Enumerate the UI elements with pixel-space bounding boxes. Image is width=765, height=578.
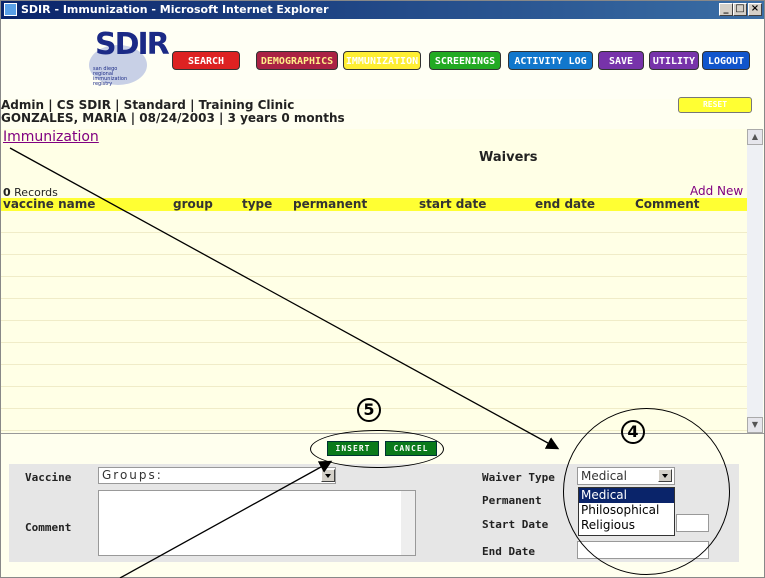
minimize-button[interactable]: _ bbox=[719, 3, 733, 16]
vaccine-label: Vaccine bbox=[25, 471, 72, 484]
col-vaccine-name[interactable]: vaccine name bbox=[3, 198, 95, 211]
section-title: Waivers bbox=[479, 150, 538, 165]
textarea-scrollbar[interactable] bbox=[401, 491, 415, 555]
sdir-logo: SDIR san diego regional immunization reg… bbox=[89, 27, 170, 87]
ie-icon bbox=[4, 3, 17, 16]
session-info: Admin | CS SDIR | Standard | Training Cl… bbox=[1, 99, 345, 125]
nav-search[interactable]: SEARCH bbox=[172, 51, 240, 70]
chevron-down-icon[interactable] bbox=[321, 469, 335, 482]
col-start-date[interactable]: start date bbox=[419, 198, 486, 211]
annotation-circle-5 bbox=[310, 430, 444, 468]
immunization-link[interactable]: Immunization bbox=[3, 129, 99, 145]
patient-info-line: GONZALES, MARIA | 08/24/2003 | 3 years 0… bbox=[1, 111, 345, 125]
logo-subtext: san diego regional immunization registry bbox=[93, 66, 128, 87]
comment-textarea[interactable] bbox=[98, 490, 416, 556]
col-type[interactable]: type bbox=[242, 198, 272, 211]
col-group[interactable]: group bbox=[173, 198, 213, 211]
maximize-button[interactable]: □ bbox=[733, 3, 747, 16]
comment-label: Comment bbox=[25, 521, 72, 534]
start-date-label: Start Date bbox=[482, 518, 549, 531]
scroll-down-icon[interactable]: ▼ bbox=[747, 417, 763, 433]
annotation-number-5: 5 bbox=[357, 398, 381, 422]
nav-immunization[interactable]: IMMUNIZATION bbox=[343, 51, 421, 70]
nav-save[interactable]: SAVE bbox=[598, 51, 644, 70]
nav-demographics[interactable]: DEMOGRAPHICS bbox=[256, 51, 338, 70]
nav-screenings[interactable]: SCREENINGS bbox=[429, 51, 501, 70]
end-date-label: End Date bbox=[482, 545, 535, 558]
waivers-panel bbox=[1, 129, 747, 433]
title-bar: SDIR - Immunization - Microsoft Internet… bbox=[1, 1, 764, 19]
nav-logout[interactable]: LOGOUT bbox=[702, 51, 750, 70]
annotation-number-4: 4 bbox=[621, 420, 645, 444]
table-header: vaccine name group type permanent start … bbox=[1, 198, 747, 211]
reset-button[interactable]: RESET bbox=[678, 97, 752, 113]
col-comment[interactable]: Comment bbox=[635, 198, 699, 211]
vaccine-select[interactable]: Groups: bbox=[98, 467, 336, 484]
window-title: SDIR - Immunization - Microsoft Internet… bbox=[21, 3, 329, 16]
col-end-date[interactable]: end date bbox=[535, 198, 595, 211]
nav-activity-log[interactable]: ACTIVITY LOG bbox=[508, 51, 593, 70]
col-permanent[interactable]: permanent bbox=[293, 198, 367, 211]
permanent-label: Permanent bbox=[482, 494, 542, 507]
annotation-circle-4 bbox=[563, 408, 730, 575]
add-new-link[interactable]: Add New bbox=[690, 184, 743, 198]
vertical-scrollbar[interactable]: ▲ ▼ bbox=[747, 129, 763, 433]
nav-utility[interactable]: UTILITY bbox=[649, 51, 699, 70]
close-button[interactable]: × bbox=[748, 3, 762, 16]
waiver-type-label: Waiver Type bbox=[482, 471, 555, 484]
logo-text: SDIR bbox=[95, 27, 170, 62]
scroll-up-icon[interactable]: ▲ bbox=[747, 129, 763, 145]
app-header: SDIR san diego regional immunization reg… bbox=[1, 19, 764, 99]
